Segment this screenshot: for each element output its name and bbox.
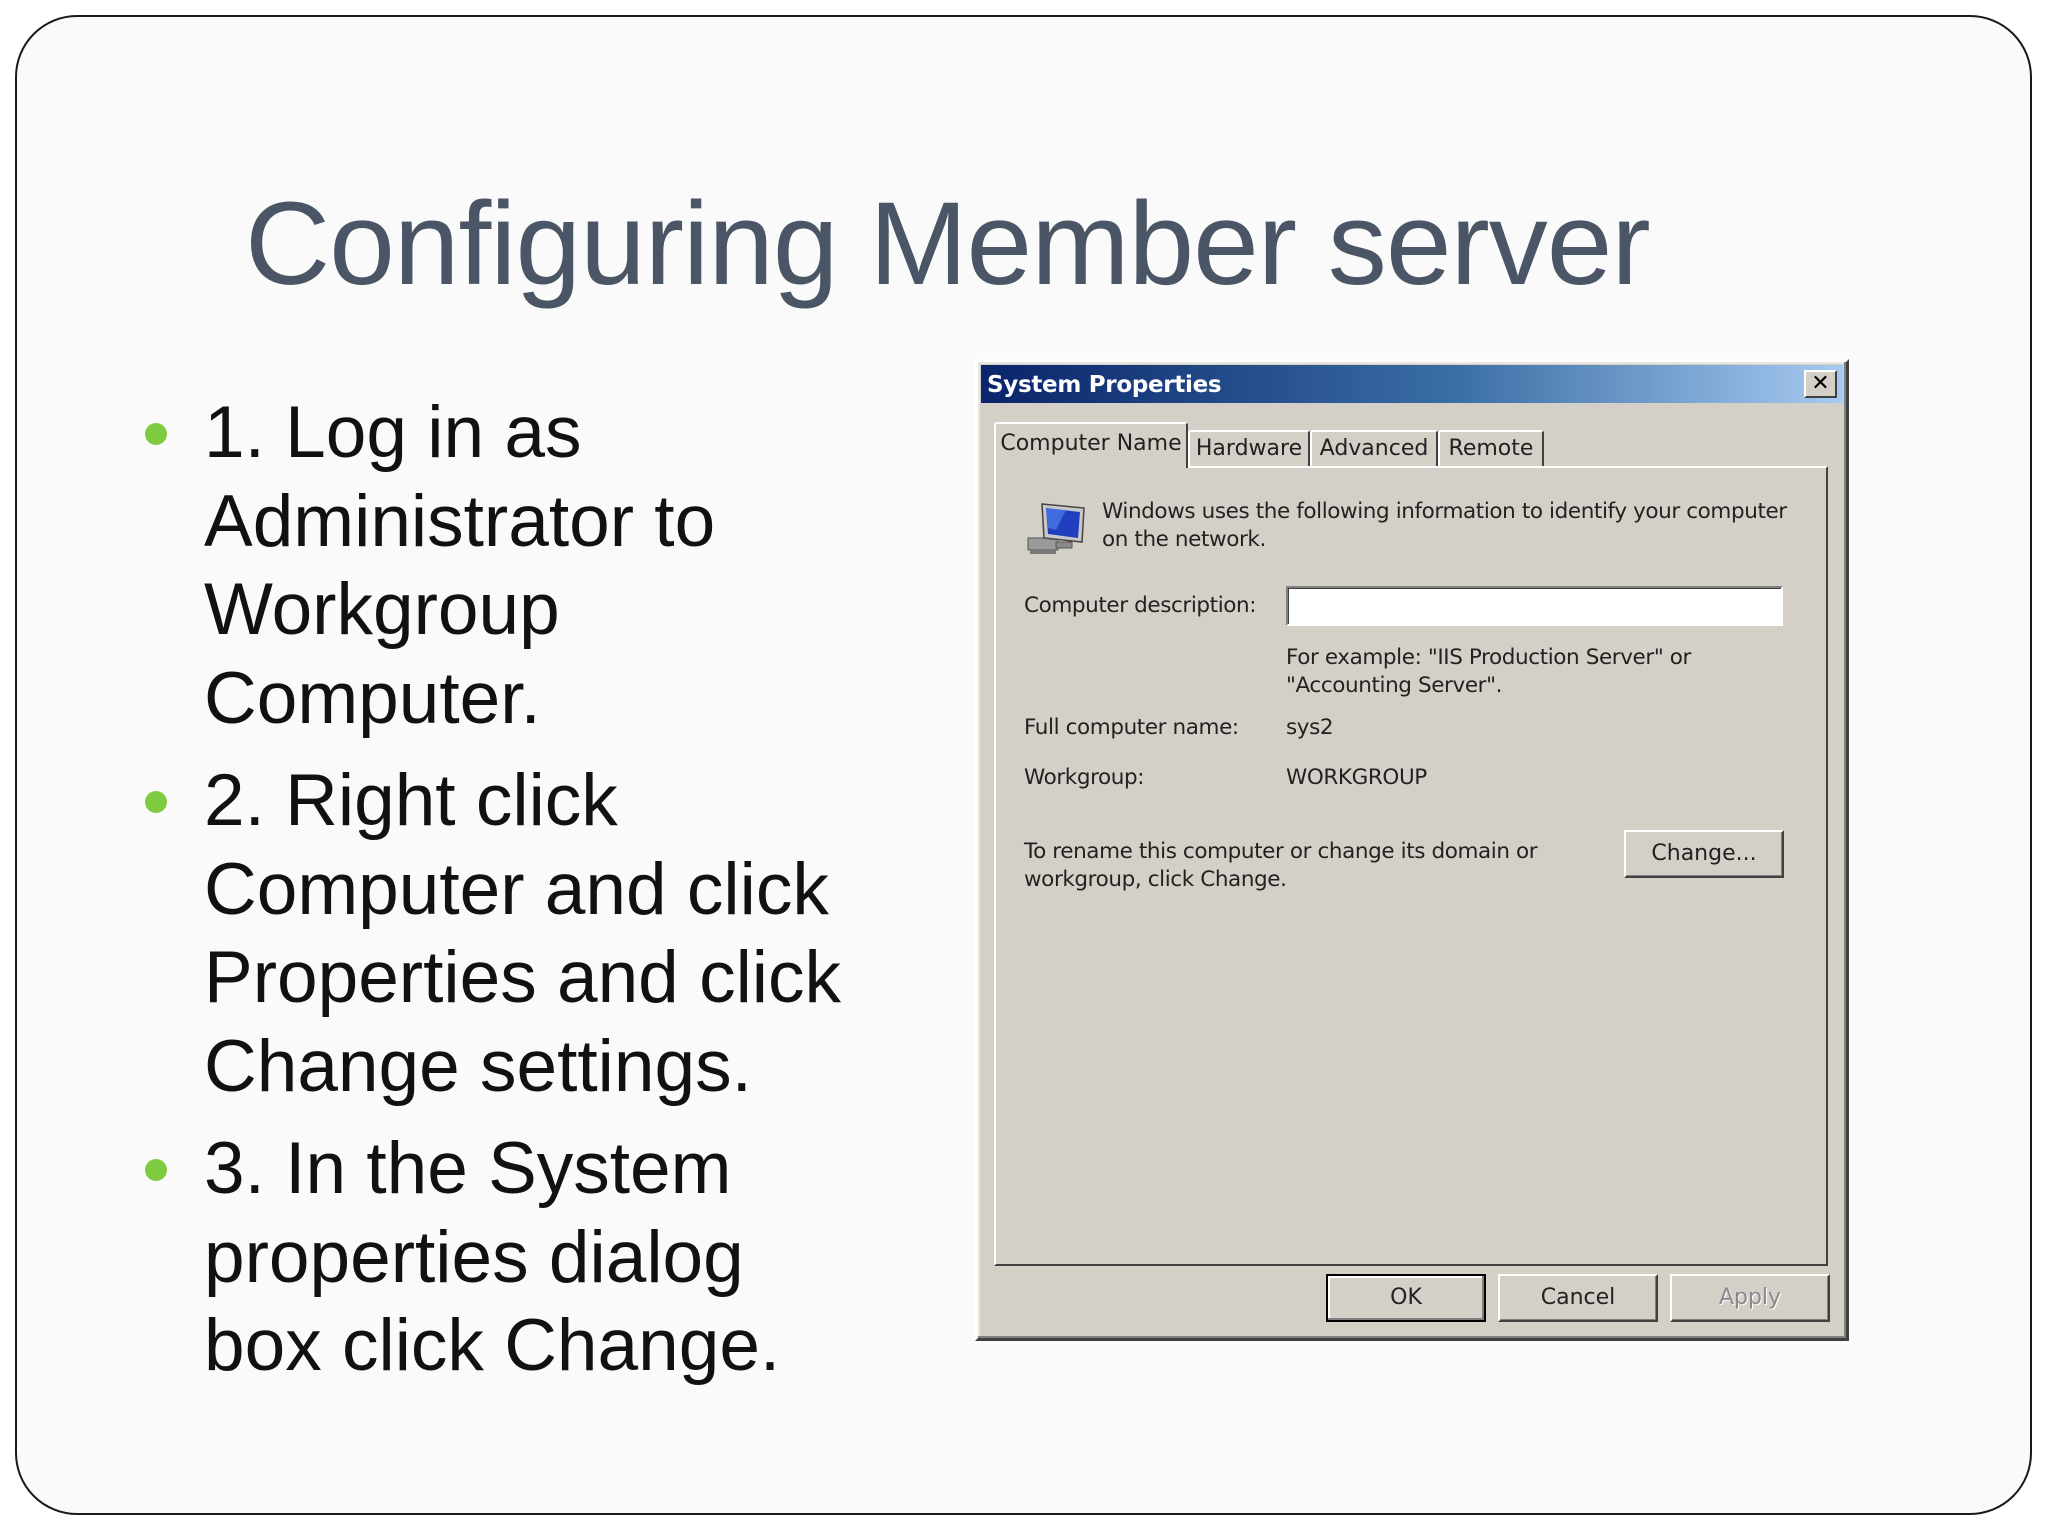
tab-hardware[interactable]: Hardware xyxy=(1188,430,1310,466)
workgroup-label: Workgroup: xyxy=(1024,765,1145,790)
bullet-dot xyxy=(145,423,167,445)
example-text: For example: "IIS Production Server" or xyxy=(1286,645,1691,670)
close-button[interactable]: ✕ xyxy=(1804,370,1837,398)
system-properties-dialog: System Properties ✕ Computer Name Hardwa… xyxy=(975,359,1849,1341)
computer-monitor-icon xyxy=(1027,503,1085,554)
bullet-line: Workgroup xyxy=(204,569,560,650)
bullet-line: Change settings. xyxy=(204,1025,752,1107)
description-label: Computer description: xyxy=(1024,593,1257,618)
intro-text: Windows uses the following information t… xyxy=(1102,499,1787,524)
computer-name-panel: Windows uses the following information t… xyxy=(994,466,1828,1266)
dialog-title: System Properties xyxy=(987,372,1222,398)
tab-remote[interactable]: Remote xyxy=(1438,430,1544,466)
bullet-dot xyxy=(145,1159,167,1181)
bullet-line: 1. Log in as xyxy=(204,392,582,473)
bullet-line: Administrator to xyxy=(204,480,716,562)
bullet-item-2: 2. Right click Computer and click Proper… xyxy=(137,757,917,1111)
workgroup-value: WORKGROUP xyxy=(1286,765,1427,790)
ok-button[interactable]: OK xyxy=(1326,1274,1486,1322)
bullet-list: 1. Log in as Administrator to Workgroup … xyxy=(137,389,917,1405)
bullet-dot xyxy=(145,791,167,813)
bullet-line: Computer. xyxy=(204,657,541,739)
slide: Configuring Member server 1. Log in as A… xyxy=(15,15,2032,1515)
bullet-line: properties dialog xyxy=(204,1216,744,1298)
bullet-line: 2. Right click xyxy=(204,760,618,841)
bullet-line: Properties and click xyxy=(204,937,842,1018)
full-name-label: Full computer name: xyxy=(1024,715,1239,740)
bullet-item-1: 1. Log in as Administrator to Workgroup … xyxy=(137,389,917,743)
computer-description-input[interactable] xyxy=(1286,586,1783,626)
bullet-line: Computer and click xyxy=(204,848,829,930)
bullet-line: box click Change. xyxy=(204,1305,781,1386)
dialog-titlebar[interactable]: System Properties ✕ xyxy=(981,365,1843,403)
close-icon: ✕ xyxy=(1811,371,1830,396)
tab-computer-name[interactable]: Computer Name xyxy=(994,422,1188,468)
slide-title: Configuring Member server xyxy=(245,178,1651,310)
rename-text: To rename this computer or change its do… xyxy=(1024,839,1538,864)
apply-button[interactable]: Apply xyxy=(1670,1274,1830,1322)
full-name-value: sys2 xyxy=(1286,715,1334,740)
tab-advanced[interactable]: Advanced xyxy=(1310,430,1438,466)
rename-text: workgroup, click Change. xyxy=(1024,867,1287,892)
example-text: "Accounting Server". xyxy=(1286,673,1503,698)
intro-text: on the network. xyxy=(1102,527,1266,552)
cancel-button[interactable]: Cancel xyxy=(1498,1274,1658,1322)
bullet-line: 3. In the System xyxy=(204,1128,732,1209)
bullet-item-3: 3. In the System properties dialog box c… xyxy=(137,1125,917,1391)
change-button[interactable]: Change... xyxy=(1624,830,1784,878)
